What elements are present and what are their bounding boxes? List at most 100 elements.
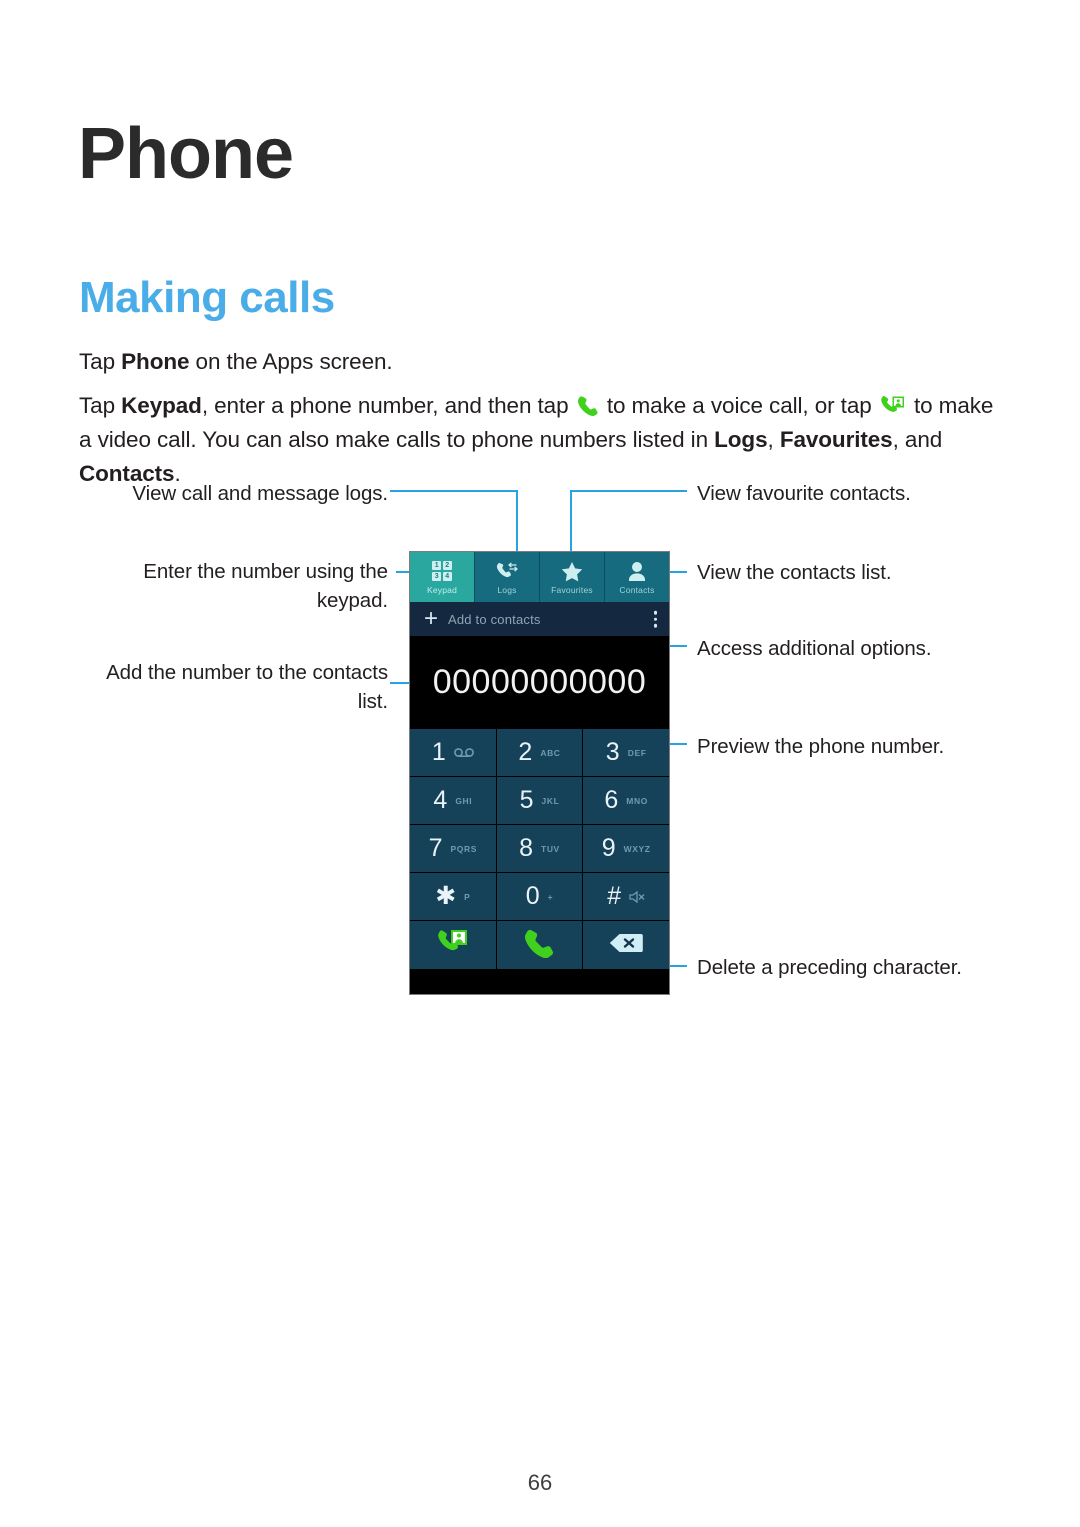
video-call-icon (881, 395, 905, 417)
p2-text-1: Tap (79, 393, 122, 418)
voice-call-button[interactable] (496, 921, 583, 969)
key-2-digit: 2 (518, 738, 533, 766)
dialpad-grid: 1 2 ABC 3 DEF 4 GHI 5 JKL 6 MNO 7 PQRS 8… (410, 728, 669, 920)
tab-favourites-label: Favourites (551, 585, 593, 595)
tab-keypad-label: Keypad (426, 585, 458, 595)
key-hash-digit: # (607, 882, 622, 910)
call-logs-icon (496, 559, 518, 583)
kebab-dot-2 (653, 617, 657, 621)
p2-text-6: , and (892, 427, 943, 452)
callout-view-favourites: View favourite contacts. (697, 482, 911, 505)
phone-number-display: 00000000000 (432, 662, 647, 701)
p2-bold-favourites: Favourites (779, 427, 893, 452)
star-icon (561, 559, 583, 583)
p2-text-5: , (767, 427, 780, 452)
key-0-digit: 0 (525, 882, 540, 910)
video-call-icon (438, 929, 468, 961)
phone-tab-bar: 1 2 3 4 Keypad Logs Favourites Contacts (410, 552, 669, 602)
manual-page: Phone Making calls Tap Phone on the Apps… (0, 0, 1080, 1527)
backspace-icon (609, 933, 643, 958)
key-hash[interactable]: # (583, 873, 669, 920)
p1-text-1: Tap (79, 349, 122, 374)
kebab-menu-icon[interactable] (653, 610, 657, 628)
key-5[interactable]: 5 JKL (496, 777, 583, 824)
key-7[interactable]: 7 PQRS (410, 825, 496, 872)
key-2[interactable]: 2 ABC (496, 729, 583, 776)
key-6-digit: 6 (604, 786, 619, 814)
key-asterisk-digit: ✱ (435, 882, 457, 910)
leader-fav-h (570, 490, 687, 492)
phone-app-screenshot: 1 2 3 4 Keypad Logs Favourites Contacts … (409, 551, 670, 995)
p2-bold-logs: Logs (714, 427, 768, 452)
kebab-dot-1 (653, 610, 657, 615)
keypad-grid-digit-3: 3 (432, 571, 442, 581)
key-1[interactable]: 1 (410, 729, 496, 776)
p2-text-3: to make a voice call, or tap (600, 393, 878, 418)
key-4-letters: GHI (455, 795, 473, 806)
key-3-letters: DEF (627, 747, 647, 758)
key-6[interactable]: 6 MNO (583, 777, 669, 824)
callout-preview-number: Preview the phone number. (697, 735, 945, 758)
tab-logs-label: Logs (497, 585, 517, 595)
key-3-digit: 3 (605, 738, 620, 766)
add-to-contacts-label: Add to contacts (448, 611, 541, 627)
number-preview-area[interactable]: 00000000000 (410, 636, 669, 728)
section-heading: Making calls (79, 273, 335, 322)
key-0-letters: + (547, 891, 554, 902)
key-7-letters: PQRS (450, 843, 478, 854)
key-8-letters: TUV (541, 843, 560, 854)
key-9-digit: 9 (601, 834, 616, 862)
callout-view-contacts: View the contacts list. (697, 561, 892, 584)
page-title: Phone (78, 114, 294, 194)
callout-access-options: Access additional options. (697, 637, 932, 660)
key-5-digit: 5 (519, 786, 534, 814)
key-2-letters: ABC (540, 747, 561, 758)
paragraph-tap-phone: Tap Phone on the Apps screen. (79, 345, 999, 379)
key-9[interactable]: 9 WXYZ (583, 825, 669, 872)
callout-delete-character: Delete a preceding character. (697, 956, 962, 979)
key-9-letters: WXYZ (623, 843, 651, 854)
paragraph-keypad-instructions: Tap Keypad, enter a phone number, and th… (79, 389, 1004, 491)
phone-handset-icon (524, 928, 554, 963)
tab-contacts-label: Contacts (619, 585, 655, 595)
key-5-letters: JKL (541, 795, 560, 806)
page-number: 66 (527, 1470, 553, 1495)
p2-text-2: , enter a phone number, and then tap (201, 393, 575, 418)
p1-text-2: on the Apps screen. (189, 349, 393, 374)
tab-contacts[interactable]: Contacts (605, 552, 669, 602)
callout-enter-number: Enter the number using the keypad. (143, 560, 388, 612)
p1-bold-phone: Phone (121, 349, 190, 374)
key-8-digit: 8 (519, 834, 534, 862)
callout-view-logs: View call and message logs. (132, 482, 388, 505)
kebab-dot-3 (653, 623, 657, 628)
key-7-digit: 7 (428, 834, 443, 862)
plus-icon: + (423, 605, 438, 632)
keypad-grid-digit-4: 4 (442, 571, 452, 581)
tab-favourites[interactable]: Favourites (540, 552, 605, 602)
person-icon (627, 559, 647, 583)
key-4[interactable]: 4 GHI (410, 777, 496, 824)
keypad-grid-digit-1: 1 (432, 561, 442, 571)
key-3[interactable]: 3 DEF (583, 729, 669, 776)
key-1-digit: 1 (431, 738, 446, 766)
dialpad-actions (410, 921, 669, 969)
key-4-digit: 4 (433, 786, 448, 814)
tab-keypad[interactable]: 1 2 3 4 Keypad (410, 552, 475, 602)
key-asterisk-letters: P (464, 891, 471, 902)
p2-bold-keypad: Keypad (121, 393, 202, 418)
keypad-grid-digit-2: 2 (442, 561, 452, 571)
leader-logs-h1 (390, 490, 518, 492)
key-8[interactable]: 8 TUV (496, 825, 583, 872)
callout-add-to-contacts: Add the number to the contacts list. (106, 661, 388, 713)
key-6-letters: MNO (626, 795, 648, 806)
phone-handset-icon (577, 395, 598, 417)
voicemail-icon (453, 748, 474, 757)
keypad-grid-icon: 1 2 3 4 (432, 559, 452, 583)
key-0[interactable]: 0 + (496, 873, 583, 920)
key-asterisk[interactable]: ✱ P (410, 873, 496, 920)
video-call-button[interactable] (410, 921, 496, 969)
tab-logs[interactable]: Logs (475, 552, 540, 602)
add-to-contacts-bar[interactable]: + Add to contacts (410, 602, 669, 636)
silent-mode-icon (629, 890, 645, 903)
backspace-button[interactable] (583, 921, 669, 969)
